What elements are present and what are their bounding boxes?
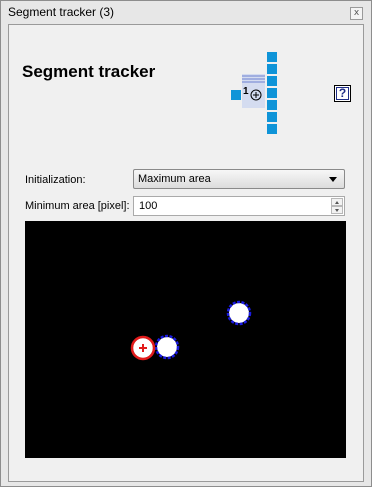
arrow-up-icon (335, 201, 339, 204)
close-icon: x (353, 8, 360, 18)
logo-number: 1 (243, 86, 249, 97)
page-title: Segment tracker (22, 62, 156, 81)
min-area-value: 100 (139, 200, 158, 212)
initialization-label: Initialization: (25, 174, 86, 186)
initialization-value: Maximum area (138, 173, 211, 185)
segment-tracker-logo-icon: 1 (231, 52, 277, 134)
decrement-button[interactable] (331, 206, 343, 214)
min-area-spinbox[interactable]: 100 (133, 196, 345, 216)
arrow-down-icon (335, 209, 339, 212)
close-button[interactable]: x (350, 7, 363, 20)
window-title: Segment tracker (3) (8, 5, 115, 19)
chevron-down-icon (329, 177, 337, 182)
initialization-select[interactable]: Maximum area (133, 169, 345, 189)
help-button[interactable]: ? (334, 85, 351, 102)
increment-button[interactable] (331, 198, 343, 206)
help-icon: ? (338, 86, 347, 100)
min-area-label: Minimum area [pixel]: (25, 200, 130, 212)
segment-overlay (130, 300, 252, 361)
video-display[interactable] (25, 221, 346, 458)
title-bar[interactable]: Segment tracker (3) x (1, 1, 371, 23)
